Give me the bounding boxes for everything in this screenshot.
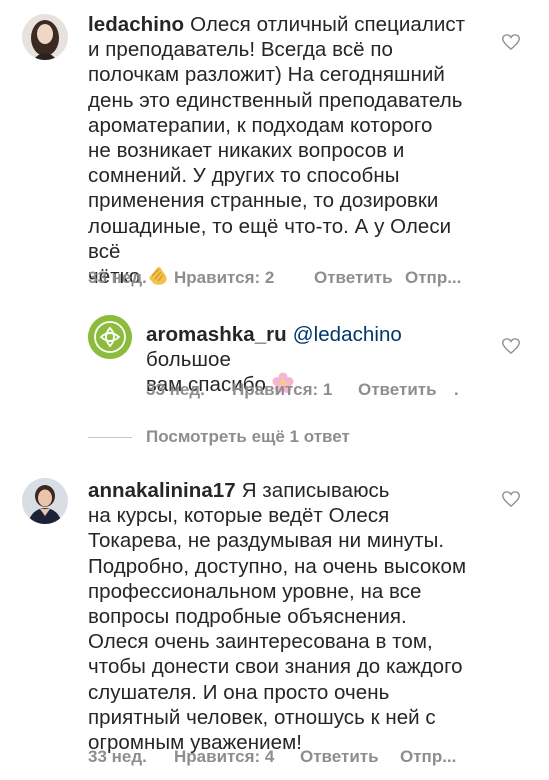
comment-line: слушателя. И она просто очень — [88, 680, 390, 704]
comment-meta: 33 нед. Нравится: 4 Ответить Отпр... — [88, 747, 456, 767]
like-heart-icon[interactable] — [502, 338, 520, 355]
avatar[interactable] — [22, 14, 68, 60]
reply-button[interactable]: Ответить — [314, 268, 405, 288]
comment-line: Подробно, доступно, на очень высоком — [88, 554, 467, 578]
comment-line: ароматерапии, к подходам которого — [88, 113, 433, 137]
mention-link[interactable]: @ledachino — [293, 323, 402, 346]
comment-line: лошадиные, то ещё что-то. А у Олеси всё — [88, 214, 452, 263]
reply-button[interactable]: Ответить — [300, 747, 400, 767]
comment-line: полочкам разложит) На сегодняшний — [88, 63, 445, 87]
comment-line: Я записываюсь — [241, 479, 390, 502]
send-button[interactable]: . — [454, 380, 459, 400]
like-heart-icon[interactable] — [502, 491, 520, 508]
username[interactable]: ledachino — [88, 13, 184, 36]
like-count[interactable]: Нравится: 4 — [174, 747, 300, 767]
like-count[interactable]: Нравится: 2 — [174, 268, 314, 288]
comment-line: профессиональном уровне, на все — [88, 579, 422, 603]
like-heart-icon[interactable] — [502, 34, 520, 51]
comment-line: приятный человек, отношусь к ней с — [88, 705, 436, 729]
comment-line: Олеся отличный специалист — [190, 13, 466, 36]
comment-time: 33 нед. — [146, 380, 205, 399]
username[interactable]: aromashka_ru — [146, 323, 287, 346]
send-button[interactable]: Отпр... — [400, 747, 456, 767]
comment-text: annakalinina17 Я записываюсь на курсы, ко… — [88, 478, 488, 755]
comment-line: не возникает никаких вопросов и — [88, 139, 405, 163]
reply-button[interactable]: Ответить — [358, 380, 454, 400]
avatar[interactable] — [88, 315, 132, 359]
comment-line: на курсы, которые ведёт Олеся — [88, 504, 390, 528]
username[interactable]: annakalinina17 — [88, 479, 236, 502]
comment-line: и преподаватель! Всегда всё по — [88, 38, 393, 62]
comment-line: день это единственный преподаватель — [88, 88, 463, 112]
comment-meta: 33 нед. Нравится: 2 Ответить Отпр... — [88, 268, 461, 288]
avatar[interactable] — [22, 478, 68, 524]
comment-time: 33 нед. — [88, 747, 147, 766]
comment-text: ledachino Олеся отличный специалист и пре… — [88, 12, 488, 292]
comment-line: Олеся очень заинтересована в том, — [88, 630, 433, 654]
view-more-divider — [88, 437, 132, 438]
comment-line: большое — [146, 348, 231, 372]
comment-line: чтобы донести свои знания до каждого — [88, 655, 463, 679]
comment-line: вопросы подробные объяснения. — [88, 605, 407, 629]
comment-line: Токарева, не раздумывая ни минуты. — [88, 529, 445, 553]
view-more-replies-button[interactable]: Посмотреть ещё 1 ответ — [146, 427, 350, 447]
comment-meta: 33 нед. Нравится: 1 Ответить. — [146, 380, 459, 400]
like-count[interactable]: Нравится: 1 — [232, 380, 358, 400]
comment-time: 33 нед. — [88, 268, 147, 287]
send-button[interactable]: Отпр... — [405, 268, 461, 288]
comment-line: применения странные, то дозировки — [88, 189, 439, 213]
comment-line: сомнений. У других то способны — [88, 164, 400, 188]
